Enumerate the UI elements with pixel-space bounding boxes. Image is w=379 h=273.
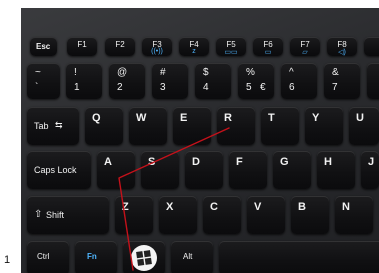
figure-number: 1 (4, 254, 11, 266)
keyboard-photo: Esc F1 F2 F3 ((•)) F4 z F5 ▭▭ F6 ▭ F7 ▱ … (21, 8, 379, 273)
red-trace-path (118, 127, 230, 271)
red-trace-line (118, 127, 230, 271)
